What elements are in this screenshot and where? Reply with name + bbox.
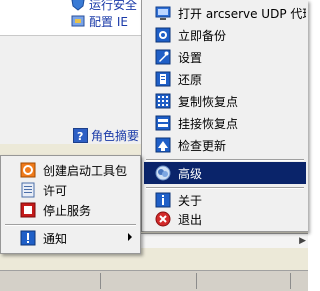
submenu-item-create-boot-kit[interactable]: 创建启动工具包 [3, 159, 138, 181]
submenu-item-license[interactable]: 许可 [3, 179, 138, 201]
stop-icon [20, 202, 36, 218]
scroll-right-arrow-icon[interactable]: ▶ [299, 234, 306, 248]
status-separator [100, 273, 101, 289]
menu-item-backup-now[interactable]: 立即备份 [144, 24, 306, 46]
restore-icon [155, 71, 171, 87]
status-separator [196, 273, 197, 289]
shield-icon [70, 0, 86, 12]
settings-icon [155, 49, 171, 65]
advanced-submenu: 创建启动工具包 许可 停止服务 通知 [0, 155, 141, 254]
configure-ie-link[interactable]: 配置 IE [70, 13, 128, 29]
backup-icon [155, 27, 171, 43]
menu-item-open-agent[interactable]: 打开 arcserve UDP 代理 [144, 2, 306, 24]
config-icon [70, 13, 86, 29]
tray-context-menu: 打开 arcserve UDP 代理 立即备份 设置 还原 复制恢复点 挂接恢复… [141, 0, 308, 232]
monitor-icon [155, 5, 171, 21]
close-icon [155, 211, 171, 227]
status-separator [290, 273, 291, 289]
menu-item-mount-recovery-point[interactable]: 挂接恢复点 [144, 112, 306, 134]
license-icon [20, 182, 36, 198]
copy-grid-icon [155, 93, 171, 109]
menu-item-copy-recovery-point[interactable]: 复制恢复点 [144, 90, 306, 112]
menu-separator [5, 224, 136, 226]
advanced-icon [155, 165, 171, 181]
submenu-arrow-icon [128, 233, 132, 241]
horizontal-scrollbar[interactable]: ▶ [132, 233, 308, 248]
notify-icon [20, 230, 36, 246]
info-icon [155, 192, 171, 208]
menu-item-advanced[interactable]: 高级 [144, 162, 306, 184]
run-security-link[interactable]: 运行安全 [70, 0, 137, 12]
submenu-item-notify[interactable]: 通知 [3, 227, 138, 249]
menu-item-check-updates[interactable]: 检查更新 [144, 134, 306, 156]
mount-icon [155, 115, 171, 131]
status-bar [0, 270, 308, 291]
update-icon [155, 137, 171, 153]
menu-item-restore[interactable]: 还原 [144, 68, 306, 90]
menu-item-exit[interactable]: 退出 [144, 208, 306, 230]
role-summary-link[interactable]: ? 角色摘要 [72, 127, 139, 143]
submenu-item-stop-service[interactable]: 停止服务 [3, 199, 138, 221]
bootkit-icon [20, 162, 36, 178]
svg-text:?: ? [77, 130, 83, 143]
menu-item-settings[interactable]: 设置 [144, 46, 306, 68]
menu-separator [146, 159, 304, 161]
help-icon: ? [72, 127, 88, 143]
